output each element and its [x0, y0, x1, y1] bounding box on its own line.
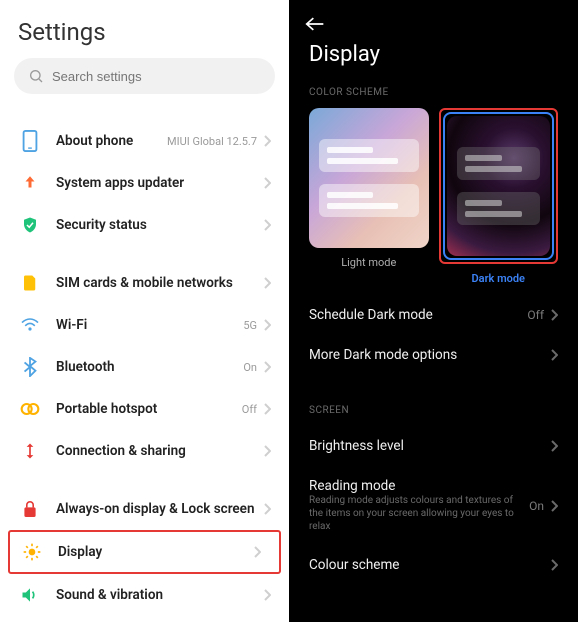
- row-schedule-dark[interactable]: Schedule Dark mode Off: [289, 295, 578, 335]
- row-value: Off: [527, 308, 544, 322]
- row-label: SIM cards & mobile networks: [56, 275, 263, 291]
- row-security-status[interactable]: Security status: [0, 204, 289, 246]
- row-subtitle: Reading mode adjusts colours and texture…: [309, 494, 529, 533]
- light-mode-preview: [309, 108, 429, 248]
- row-label: Wi-Fi: [56, 317, 243, 333]
- chevron-right-icon: [263, 177, 271, 189]
- row-about-phone[interactable]: About phone MIUI Global 12.5.7: [0, 120, 289, 162]
- row-label: Bluetooth: [56, 359, 243, 375]
- row-label: Reading mode: [309, 478, 529, 494]
- share-icon: [18, 439, 42, 463]
- row-more-dark-options[interactable]: More Dark mode options: [289, 335, 578, 375]
- chevron-right-icon: [550, 559, 558, 571]
- chevron-right-icon: [263, 319, 271, 331]
- page-title: Display: [289, 40, 578, 81]
- search-field[interactable]: [52, 69, 261, 84]
- row-display[interactable]: Display: [8, 530, 281, 574]
- chevron-right-icon: [263, 135, 271, 147]
- chevron-right-icon: [550, 440, 558, 452]
- page-title: Settings: [0, 18, 289, 58]
- row-sim[interactable]: SIM cards & mobile networks: [0, 262, 289, 304]
- hotspot-icon: [18, 397, 42, 421]
- row-value: On: [529, 499, 544, 513]
- row-value: On: [243, 361, 257, 374]
- color-scheme-selector: Light mode Dark mode: [289, 108, 578, 285]
- row-value: Off: [242, 403, 257, 416]
- row-label: More Dark mode options: [309, 347, 550, 363]
- row-value: 5G: [243, 319, 257, 332]
- row-label: Always-on display & Lock screen: [56, 501, 263, 517]
- row-system-updater[interactable]: System apps updater: [0, 162, 289, 204]
- chevron-right-icon: [253, 546, 261, 558]
- sim-icon: [18, 271, 42, 295]
- row-connection-sharing[interactable]: Connection & sharing: [0, 430, 289, 472]
- chevron-right-icon: [263, 219, 271, 231]
- row-label: About phone: [56, 133, 167, 149]
- light-mode-label: Light mode: [341, 256, 396, 269]
- dark-mode-label: Dark mode: [472, 272, 525, 285]
- shield-icon: [18, 213, 42, 237]
- row-wifi[interactable]: Wi-Fi 5G: [0, 304, 289, 346]
- dark-mode-option[interactable]: Dark mode: [439, 108, 559, 285]
- settings-pane: Settings About phone MIUI Global 12.5.7 …: [0, 0, 289, 622]
- dark-mode-preview: [447, 116, 551, 256]
- row-label: System apps updater: [56, 175, 263, 191]
- search-input[interactable]: [14, 58, 275, 94]
- row-reading-mode[interactable]: Reading mode Reading mode adjusts colour…: [289, 466, 578, 545]
- section-screen: SCREEN: [289, 399, 578, 426]
- row-label: Connection & sharing: [56, 443, 263, 459]
- chevron-right-icon: [263, 445, 271, 457]
- row-value: MIUI Global 12.5.7: [167, 135, 257, 148]
- light-mode-option[interactable]: Light mode: [309, 108, 429, 285]
- section-color-scheme: COLOR SCHEME: [289, 81, 578, 108]
- row-sound-vibration[interactable]: Sound & vibration: [0, 574, 289, 616]
- display-pane: Display COLOR SCHEME Light mode Dark mod…: [289, 0, 578, 622]
- chevron-right-icon: [263, 403, 271, 415]
- wifi-icon: [18, 313, 42, 337]
- row-label: Display: [58, 544, 253, 560]
- row-label: Brightness level: [309, 438, 550, 454]
- phone-icon: [18, 129, 42, 153]
- search-icon: [28, 68, 44, 84]
- row-bluetooth[interactable]: Bluetooth On: [0, 346, 289, 388]
- speaker-icon: [18, 583, 42, 607]
- row-label: Schedule Dark mode: [309, 307, 527, 323]
- lock-icon: [18, 497, 42, 521]
- chevron-right-icon: [263, 503, 271, 515]
- row-colour-scheme[interactable]: Colour scheme: [289, 545, 578, 585]
- chevron-right-icon: [550, 349, 558, 361]
- bluetooth-icon: [18, 355, 42, 379]
- row-label: Colour scheme: [309, 557, 550, 573]
- back-button[interactable]: [305, 16, 325, 32]
- chevron-right-icon: [263, 277, 271, 289]
- sun-icon: [20, 540, 44, 564]
- chevron-right-icon: [263, 361, 271, 373]
- chevron-right-icon: [550, 500, 558, 512]
- chevron-right-icon: [550, 309, 558, 321]
- row-always-on-display[interactable]: Always-on display & Lock screen: [0, 488, 289, 530]
- chevron-right-icon: [263, 589, 271, 601]
- row-hotspot[interactable]: Portable hotspot Off: [0, 388, 289, 430]
- row-label: Portable hotspot: [56, 401, 242, 417]
- row-brightness[interactable]: Brightness level: [289, 426, 578, 466]
- update-icon: [18, 171, 42, 195]
- row-label: Sound & vibration: [56, 587, 263, 603]
- row-label: Security status: [56, 217, 263, 233]
